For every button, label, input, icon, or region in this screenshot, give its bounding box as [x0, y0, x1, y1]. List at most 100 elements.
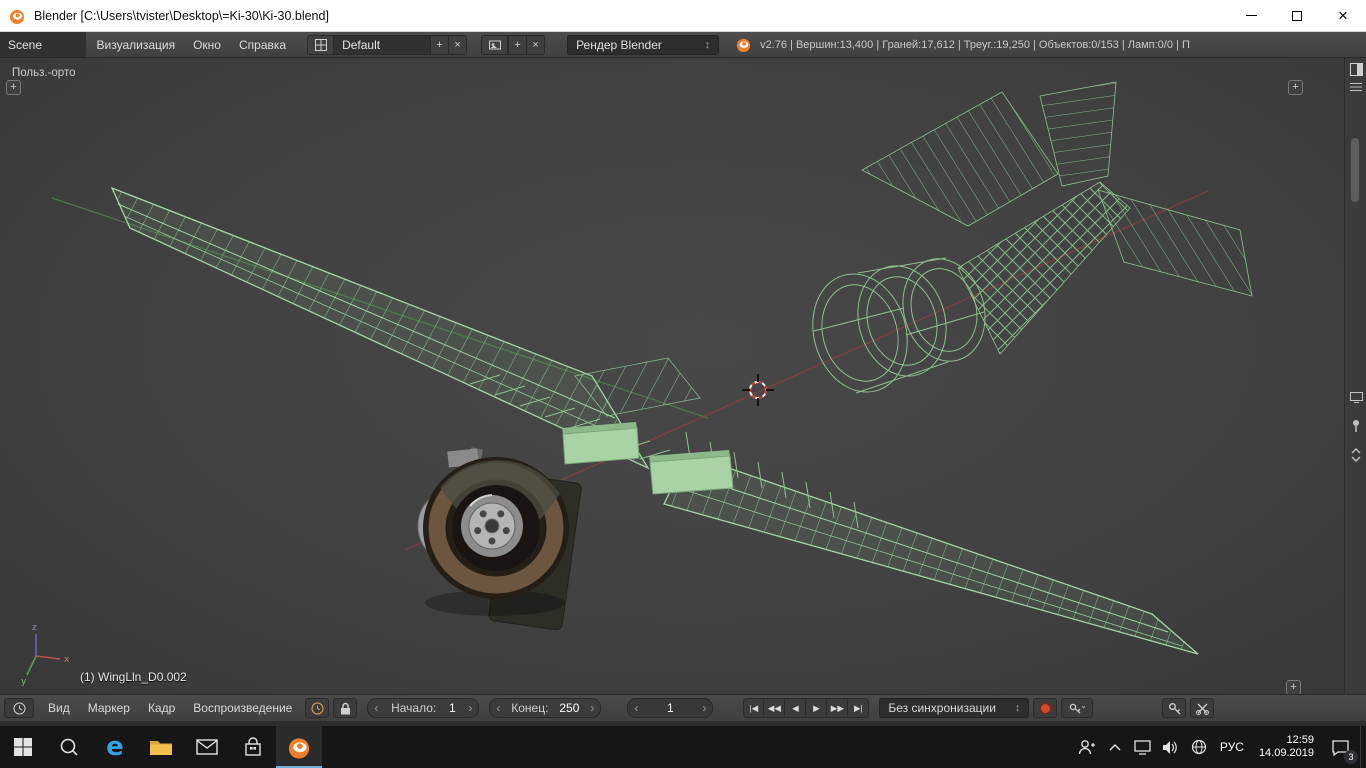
scene-delete-button[interactable]: × [526, 35, 545, 54]
start-frame-label: Начало: [391, 701, 437, 715]
chevrons-icon[interactable] [1347, 446, 1365, 464]
view-mode-label: Польз.-орто [12, 67, 76, 79]
menu-render[interactable]: Визуализация [88, 38, 185, 52]
store-button[interactable] [230, 726, 276, 768]
tray-clock[interactable]: 12:59 14.09.2019 [1259, 734, 1314, 760]
layout-delete-button[interactable]: × [448, 35, 467, 54]
toolshelf-expand-button[interactable]: + [6, 80, 21, 95]
window-controls: × [1228, 0, 1366, 31]
landing-gear-object[interactable] [417, 447, 582, 631]
layout-datablock-icon[interactable] [308, 35, 335, 54]
edge-button[interactable]: e [92, 726, 138, 768]
prev-keyframe-button[interactable]: ◀◀ [764, 698, 786, 718]
viewport-3d[interactable]: x y z Польз.-орто (1) WingLln_D0.002 + +… [0, 58, 1344, 694]
current-frame-field[interactable]: ‹ 1 › [627, 698, 714, 718]
start-button[interactable] [0, 726, 46, 768]
window-titlebar: Blender [C:\Users\tvister\Desktop\=Ki-30… [0, 0, 1366, 32]
close-button[interactable]: × [1320, 0, 1366, 31]
play-reverse-button[interactable]: ◀ [785, 698, 807, 718]
search-icon [60, 738, 78, 756]
keying-set-button[interactable] [1061, 698, 1094, 718]
timeline-menu-playback[interactable]: Воспроизведение [184, 701, 301, 715]
timeline-editor-type-button[interactable] [4, 698, 34, 718]
frame-increment-arrow[interactable]: › [702, 701, 706, 715]
play-button[interactable]: ▶ [806, 698, 828, 718]
properties-expand-button[interactable]: + [1288, 80, 1303, 95]
render-engine-select[interactable]: Рендер Blender ↕ [567, 34, 720, 55]
layout-add-button[interactable]: + [430, 35, 449, 54]
record-button[interactable] [1033, 698, 1058, 718]
blender-logo-icon [10, 9, 24, 24]
layout-name[interactable]: Default [334, 35, 431, 54]
delete-keyframe-button[interactable] [1190, 698, 1214, 718]
end-frame-label: Конец: [511, 701, 549, 715]
sync-mode-select[interactable]: Без синхронизации ↕ [879, 698, 1030, 718]
corner-expand-button[interactable]: + [1286, 680, 1301, 694]
key-icon [1168, 702, 1180, 714]
action-center-button[interactable]: 3 [1322, 726, 1358, 768]
start-decrement-arrow[interactable]: ‹ [374, 701, 378, 715]
dropdown-arrows-icon: ↕ [704, 38, 711, 51]
tray-volume-icon[interactable] [1157, 726, 1185, 768]
flap-block-1[interactable] [562, 422, 640, 465]
axis-z-label: z [32, 623, 37, 633]
axis-y-label: y [21, 677, 27, 687]
tray-network-icon[interactable] [1185, 726, 1213, 768]
layout-selector: Default + × [307, 34, 468, 55]
lock-icon [340, 702, 350, 714]
timeline-editor-icon [13, 702, 25, 714]
panel-tab-icon[interactable] [1347, 388, 1365, 406]
scene-datablock-icon[interactable] [482, 35, 509, 54]
preview-range-toggle[interactable] [305, 698, 330, 718]
timeline-menu-marker[interactable]: Маркер [79, 701, 139, 715]
blender-header-logo-icon [736, 38, 751, 53]
lock-time-toggle[interactable] [333, 698, 358, 718]
end-decrement-arrow[interactable]: ‹ [496, 701, 500, 715]
flap-block-2[interactable] [649, 450, 734, 495]
active-object-label: (1) WingLln_D0.002 [80, 670, 187, 684]
explorer-button[interactable] [138, 726, 184, 768]
tray-language-button[interactable]: РУС [1213, 740, 1251, 754]
search-button[interactable] [46, 726, 92, 768]
region-header-icon[interactable] [1347, 60, 1365, 78]
tray-display-icon[interactable] [1129, 726, 1157, 768]
store-icon [245, 737, 261, 756]
start-increment-arrow[interactable]: › [468, 701, 472, 715]
show-desktop-button[interactable] [1360, 726, 1366, 768]
maximize-icon [1292, 10, 1302, 21]
start-frame-value: 1 [448, 701, 456, 715]
frame-decrement-arrow[interactable]: ‹ [634, 701, 638, 715]
pin-icon[interactable] [1347, 416, 1365, 434]
timeline-menu-view[interactable]: Вид [39, 701, 79, 715]
region-list-icon[interactable] [1347, 78, 1365, 96]
minimize-button[interactable] [1228, 0, 1274, 31]
system-tray: РУС 12:59 14.09.2019 3 [1073, 726, 1366, 768]
scissors-icon [1195, 703, 1209, 715]
start-frame-field[interactable]: ‹ Начало: 1 › [367, 698, 480, 718]
end-increment-arrow[interactable]: › [590, 701, 594, 715]
keyframe-tools [1158, 698, 1214, 718]
current-frame-value: 1 [667, 701, 674, 715]
next-keyframe-button[interactable]: ▶▶ [827, 698, 849, 718]
screen: Blender [C:\Users\tvister\Desktop\=Ki-30… [0, 0, 1366, 768]
tray-people-icon[interactable] [1073, 726, 1101, 768]
region-scrollbar[interactable] [1351, 138, 1359, 202]
jump-to-start-button[interactable]: |◀ [743, 698, 765, 718]
dropdown-arrows-icon: ↕ [1014, 702, 1021, 714]
mail-button[interactable] [184, 726, 230, 768]
timeline-menu-frame[interactable]: Кадр [139, 701, 184, 715]
window-title: Blender [C:\Users\tvister\Desktop\=Ki-30… [34, 8, 329, 23]
insert-keyframe-button[interactable] [1162, 698, 1186, 718]
menu-window[interactable]: Окно [184, 38, 230, 52]
right-wing-object[interactable] [663, 431, 1199, 655]
end-frame-field[interactable]: ‹ Конец: 250 › [489, 698, 602, 718]
axis-x-label: x [64, 655, 70, 665]
blender-taskbar-button[interactable] [276, 726, 322, 768]
3d-cursor [742, 374, 774, 406]
menu-help[interactable]: Справка [230, 38, 295, 52]
tray-hidden-icons-chevron[interactable] [1101, 726, 1129, 768]
scene-add-button[interactable]: + [508, 35, 527, 54]
sync-mode-value: Без синхронизации [888, 701, 996, 715]
maximize-button[interactable] [1274, 0, 1320, 31]
jump-to-end-button[interactable]: ▶| [848, 698, 870, 718]
